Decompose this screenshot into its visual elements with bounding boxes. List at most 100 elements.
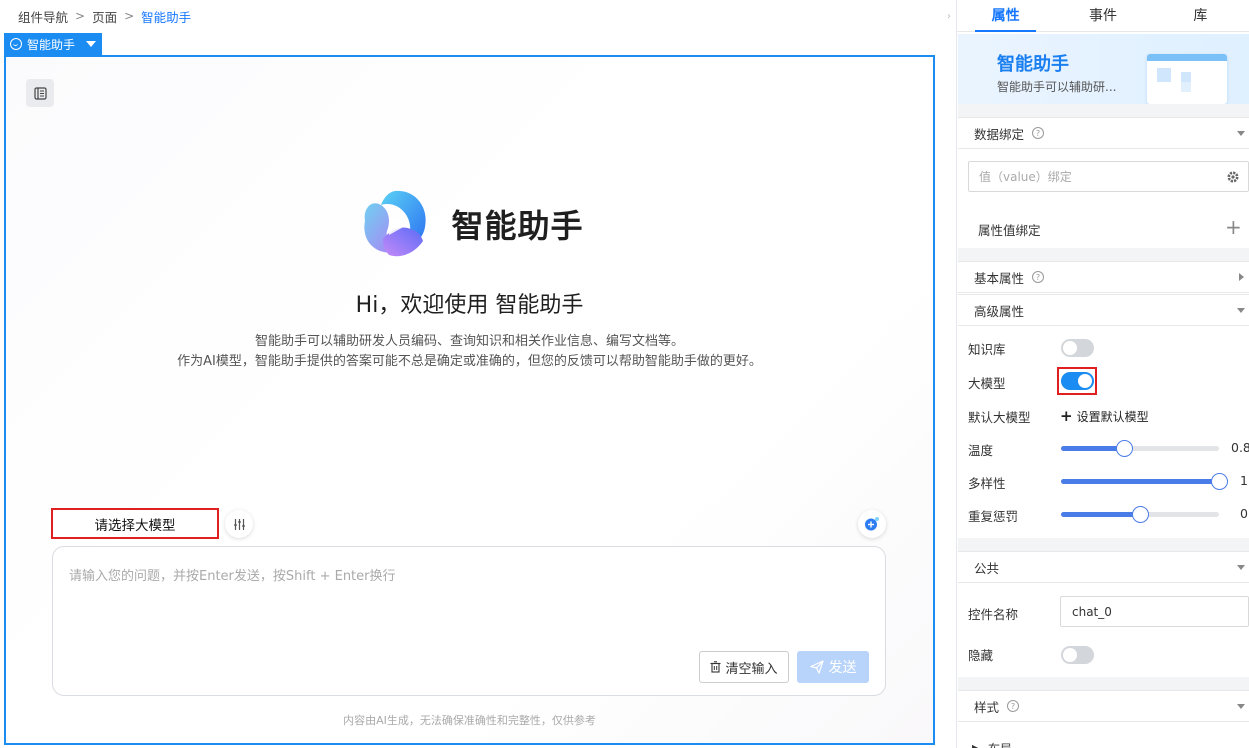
slider-handle[interactable] [1211, 473, 1228, 490]
welcome-text: Hi，欢迎使用 智能助手 [355, 293, 584, 318]
hidden-label: 隐藏 [968, 648, 994, 663]
banner-subtitle: 智能助手可以辅助研... [997, 80, 1117, 94]
chevron-down-icon [1237, 131, 1245, 136]
section-basic-label: 基本属性 [974, 270, 1025, 286]
prop-value-binding-label: 属性值绑定 [978, 223, 1041, 238]
section-data-binding[interactable]: 数据绑定 ? [958, 117, 1249, 149]
gear-icon[interactable] [1226, 170, 1240, 184]
component-banner: 智能助手 智能助手可以辅助研... [958, 34, 1249, 104]
section-basic-properties[interactable]: 基本属性 ? [958, 261, 1249, 293]
history-sidebar-toggle[interactable] [26, 79, 54, 107]
description-line-2: 作为AI模型，智能助手提供的答案可能不总是确定或准确的，但您的反馈可以帮助智能助… [177, 354, 762, 369]
chevron-down-icon [1237, 704, 1245, 709]
tab-library[interactable]: 库 [1152, 0, 1249, 31]
section-gap [958, 104, 1249, 118]
ai-disclaimer: 内容由AI生成，无法确保准确性和完整性，仅供参考 [343, 714, 596, 727]
temperature-label: 温度 [968, 443, 994, 458]
banner-illustration-icon [1147, 54, 1227, 104]
send-icon [809, 660, 824, 674]
section-gap [958, 538, 1249, 551]
style-layout-row[interactable]: ▸ 布局 [972, 740, 1012, 748]
slider-fill [1061, 479, 1219, 484]
panel-tabs: 属性 事件 库 [957, 0, 1249, 32]
clear-input-button[interactable]: 清空输入 [699, 651, 789, 683]
value-binding-placeholder: 值（value）绑定 [979, 170, 1072, 184]
chat-icon [10, 38, 22, 50]
repeat-penalty-slider[interactable] [1061, 506, 1219, 523]
section-gap [958, 677, 1249, 690]
chevron-right-icon: > [124, 9, 135, 23]
assistant-logo-icon [364, 190, 427, 257]
temperature-slider[interactable] [1061, 440, 1219, 457]
sidebar-icon [33, 86, 47, 100]
diversity-value: 1 [1240, 473, 1248, 488]
chat-canvas: 智能助手 Hi，欢迎使用 智能助手 智能助手可以辅助研发人员编码、查询知识和相关… [4, 55, 935, 745]
send-label: 发送 [828, 660, 857, 676]
banner-title: 智能助手 [997, 54, 1069, 75]
breadcrumb: 组件导航 > 页面 > 智能助手 [0, 0, 940, 32]
sliders-icon [233, 518, 245, 530]
description: 智能助手可以辅助研发人员编码、查询知识和相关作业信息、编写文档等。 作为AI模型… [6, 332, 933, 372]
message-input-placeholder: 请输入您的问题，并按Enter发送，按Shift + Enter换行 [69, 569, 396, 584]
model-settings-button[interactable] [225, 510, 253, 538]
chevron-down-icon [1237, 308, 1245, 313]
diversity-slider[interactable] [1061, 473, 1228, 490]
plus-icon: + [1060, 407, 1073, 425]
hero-title: 智能助手 [451, 207, 584, 245]
default-model-label: 默认大模型 [968, 410, 1031, 425]
panel-collapse-handle[interactable]: › [941, 0, 957, 32]
component-tag[interactable]: 智能助手 [4, 33, 103, 55]
chevron-down-icon [1237, 565, 1245, 570]
breadcrumb-item-current: 智能助手 [141, 9, 192, 25]
repeat-penalty-label: 重复惩罚 [968, 509, 1019, 524]
knowledge-base-label: 知识库 [968, 342, 1006, 357]
breadcrumb-item-page[interactable]: 页面 [92, 7, 117, 26]
trash-icon [710, 661, 721, 673]
panel-divider [956, 0, 957, 748]
help-icon[interactable]: ? [1007, 700, 1020, 712]
breadcrumb-item-nav[interactable]: 组件导航 [18, 7, 68, 26]
section-common-label: 公共 [974, 560, 1000, 576]
section-advanced-label: 高级属性 [974, 303, 1025, 319]
new-chat-icon [865, 517, 879, 531]
knowledge-base-toggle[interactable] [1061, 339, 1094, 357]
chevron-right-icon: > [75, 9, 86, 23]
message-input[interactable]: 请输入您的问题，并按Enter发送，按Shift + Enter换行 清空输入 … [52, 546, 886, 696]
help-icon[interactable]: ? [1032, 127, 1045, 139]
clear-input-label: 清空输入 [725, 661, 778, 677]
add-binding-icon[interactable]: + [1225, 217, 1242, 237]
section-style[interactable]: 样式 ? [958, 690, 1249, 722]
description-line-1: 智能助手可以辅助研发人员编码、查询知识和相关作业信息、编写文档等。 [254, 334, 684, 349]
section-advanced-properties[interactable]: 高级属性 [958, 294, 1249, 326]
slider-fill [1061, 446, 1125, 451]
model-select[interactable]: 请选择大模型 [51, 508, 219, 539]
hidden-toggle[interactable] [1061, 646, 1094, 664]
temperature-value: 0.8 [1231, 440, 1249, 455]
style-layout-label: 布局 [988, 740, 1012, 748]
section-common[interactable]: 公共 [958, 551, 1249, 583]
slider-fill [1061, 512, 1140, 517]
set-default-model-button[interactable]: + 设置默认模型 [1060, 407, 1149, 425]
slider-handle[interactable] [1132, 506, 1149, 523]
repeat-penalty-value: 0 [1240, 506, 1248, 521]
caret-right-icon: ▸ [972, 740, 979, 748]
slider-handle[interactable] [1116, 440, 1134, 457]
caret-down-icon[interactable] [86, 41, 97, 47]
section-gap [958, 248, 1249, 261]
section-data-binding-label: 数据绑定 [974, 126, 1025, 142]
control-name-input[interactable]: chat_0 [1060, 596, 1249, 627]
value-binding-input[interactable]: 值（value）绑定 [968, 161, 1249, 192]
control-name-label: 控件名称 [968, 607, 1019, 622]
new-chat-button[interactable] [858, 510, 886, 538]
tab-properties[interactable]: 属性 [957, 0, 1054, 32]
section-style-label: 样式 [974, 699, 1000, 715]
help-icon[interactable]: ? [1032, 271, 1045, 283]
send-button[interactable]: 发送 [797, 651, 869, 683]
chevron-right-icon [1239, 273, 1244, 281]
tab-events[interactable]: 事件 [1054, 0, 1151, 31]
set-default-model-label: 设置默认模型 [1076, 409, 1149, 424]
llm-label: 大模型 [968, 376, 1006, 391]
llm-toggle[interactable] [1061, 372, 1094, 390]
hero: 智能助手 [6, 185, 933, 263]
component-tag-label: 智能助手 [27, 37, 76, 52]
